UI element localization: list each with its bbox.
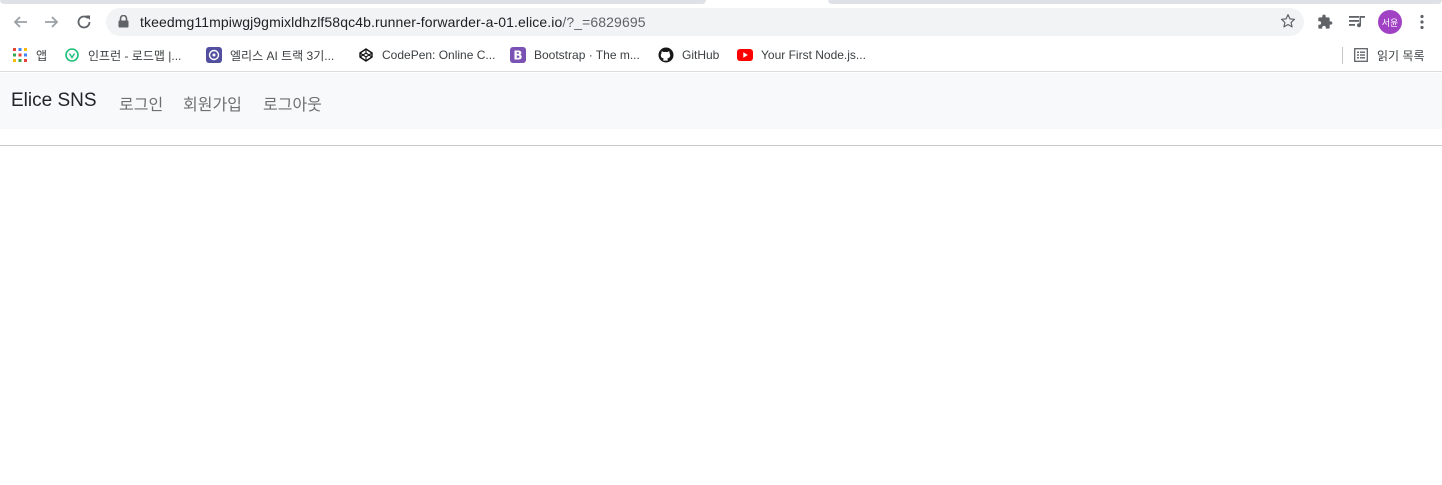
- forward-button[interactable]: [38, 8, 66, 36]
- puzzle-icon: [1318, 14, 1333, 29]
- reload-button[interactable]: [70, 8, 98, 36]
- codepen-icon: [358, 47, 374, 63]
- bookmark-label: CodePen: Online C...: [382, 48, 496, 62]
- horizontal-divider: [0, 145, 1442, 146]
- nav-link-signup[interactable]: 회원가입: [183, 91, 242, 115]
- address-bar[interactable]: tkeedmg11mpiwgj9gmixldhzlf58qc4b.runner-…: [106, 8, 1304, 36]
- inactive-tab[interactable]: [828, 0, 1442, 4]
- bookmark-label: 앱: [36, 48, 48, 63]
- inactive-tab[interactable]: [0, 0, 706, 4]
- youtube-icon: [737, 47, 753, 63]
- svg-text:B: B: [513, 49, 522, 63]
- reading-list-icon: [1353, 47, 1369, 63]
- media-control-button[interactable]: [1344, 9, 1370, 35]
- profile-avatar[interactable]: 서윤: [1378, 10, 1402, 34]
- bookmark-label: 인프런 - 로드맵 |...: [88, 48, 182, 63]
- elice-icon: [206, 47, 222, 63]
- bookmarks-divider: [1342, 47, 1343, 64]
- apps-grid-icon: [12, 47, 28, 63]
- back-button[interactable]: [6, 8, 34, 36]
- github-icon: [658, 47, 674, 63]
- bookmark-label: Your First Node.js...: [761, 48, 866, 62]
- url-path: /?_=6829695: [562, 14, 646, 30]
- bookmark-codepen[interactable]: CodePen: Online C...: [358, 45, 495, 65]
- reading-list-label: 읽기 목록: [1377, 48, 1425, 63]
- navbar-brand[interactable]: Elice SNS: [11, 90, 97, 112]
- bookmark-github[interactable]: GitHub: [658, 45, 719, 65]
- browser-toolbar: tkeedmg11mpiwgj9gmixldhzlf58qc4b.runner-…: [0, 6, 1442, 39]
- playlist-icon: [1349, 16, 1365, 28]
- url-text[interactable]: tkeedmg11mpiwgj9gmixldhzlf58qc4b.runner-…: [140, 14, 646, 30]
- bookmark-label: Bootstrap · The m...: [534, 48, 640, 62]
- bookmark-inflearn[interactable]: 인프런 - 로드맵 |...: [64, 45, 181, 65]
- browser-menu-button[interactable]: [1409, 9, 1435, 35]
- bookmark-youtube[interactable]: Your First Node.js...: [737, 45, 866, 65]
- bookmark-label: 엘리스 AI 트랙 3기...: [230, 48, 335, 63]
- forward-arrow-icon: [45, 16, 59, 28]
- nav-link-login[interactable]: 로그인: [119, 91, 163, 115]
- reading-list-button[interactable]: 읽기 목록: [1353, 45, 1425, 65]
- bookmark-elice[interactable]: 엘리스 AI 트랙 3기...: [206, 45, 334, 65]
- reload-icon: [77, 15, 91, 29]
- bookmark-star-icon[interactable]: [1280, 13, 1296, 34]
- bookmark-bootstrap[interactable]: B Bootstrap · The m...: [510, 45, 640, 65]
- bookmark-apps[interactable]: 앱: [12, 45, 47, 65]
- bookmarks-bar: 앱 인프런 - 로드맵 |... 엘리스 AI 트랙 3기... CodePen…: [0, 39, 1442, 72]
- inflearn-icon: [64, 47, 80, 63]
- bookmark-label: GitHub: [682, 48, 720, 62]
- back-arrow-icon: [13, 16, 27, 28]
- bootstrap-icon: B: [510, 47, 526, 63]
- lock-icon: [118, 14, 129, 33]
- nav-link-logout[interactable]: 로그아웃: [263, 91, 322, 115]
- site-navbar: Elice SNS 로그인 회원가입 로그아웃: [0, 73, 1442, 129]
- url-host: tkeedmg11mpiwgj9gmixldhzlf58qc4b.runner-…: [140, 14, 563, 30]
- kebab-menu-icon: [1420, 14, 1424, 30]
- extensions-button[interactable]: [1312, 9, 1338, 35]
